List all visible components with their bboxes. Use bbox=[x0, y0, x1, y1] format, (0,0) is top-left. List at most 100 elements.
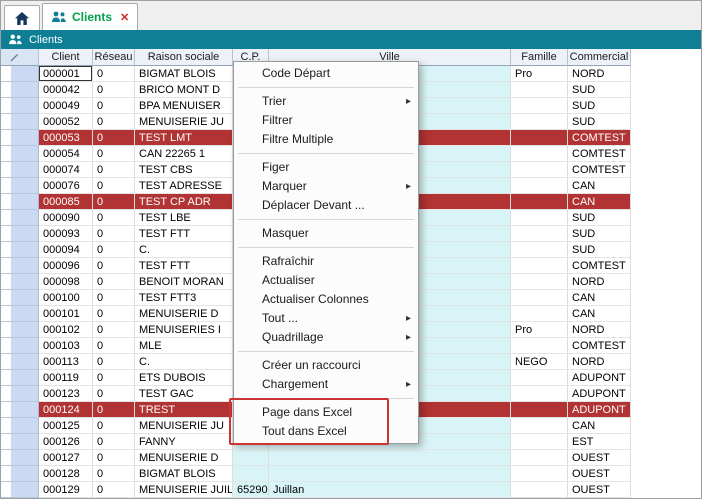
cell-reseau[interactable]: 0 bbox=[93, 386, 135, 402]
cell-commercial[interactable]: NORD bbox=[568, 354, 631, 370]
cell-famille[interactable]: Pro bbox=[511, 322, 568, 338]
cell-commercial[interactable]: COMTEST bbox=[568, 162, 631, 178]
menu-item-rafra-chir[interactable]: Rafraîchir bbox=[234, 252, 418, 271]
cell-famille[interactable] bbox=[511, 450, 568, 466]
cell-raison[interactable]: MENUISERIE D bbox=[135, 306, 233, 322]
cell-commercial[interactable]: CAN bbox=[568, 178, 631, 194]
cell-raison[interactable]: MLE bbox=[135, 338, 233, 354]
cell-reseau[interactable]: 0 bbox=[93, 146, 135, 162]
cell-commercial[interactable]: OUEST bbox=[568, 482, 631, 498]
cell-famille[interactable] bbox=[511, 386, 568, 402]
cell-commercial[interactable]: CAN bbox=[568, 290, 631, 306]
row-selector[interactable] bbox=[1, 66, 39, 82]
cell-raison[interactable]: BIGMAT BLOIS bbox=[135, 66, 233, 82]
cell-reseau[interactable]: 0 bbox=[93, 402, 135, 418]
cell-client[interactable]: 000128 bbox=[39, 466, 93, 482]
row-selector[interactable] bbox=[1, 210, 39, 226]
cell-reseau[interactable]: 0 bbox=[93, 210, 135, 226]
cell-client[interactable]: 000052 bbox=[39, 114, 93, 130]
cell-client[interactable]: 000001 bbox=[39, 66, 93, 82]
row-selector[interactable] bbox=[1, 194, 39, 210]
cell-famille[interactable] bbox=[511, 226, 568, 242]
cell-reseau[interactable]: 0 bbox=[93, 338, 135, 354]
cell-reseau[interactable]: 0 bbox=[93, 418, 135, 434]
row-selector[interactable] bbox=[1, 98, 39, 114]
cell-raison[interactable]: MENUISERIE JU bbox=[135, 418, 233, 434]
cell-reseau[interactable]: 0 bbox=[93, 66, 135, 82]
cell-client[interactable]: 000124 bbox=[39, 402, 93, 418]
menu-item-actualiser-colonnes[interactable]: Actualiser Colonnes bbox=[234, 290, 418, 309]
cell-commercial[interactable]: CAN bbox=[568, 418, 631, 434]
cell-client[interactable]: 000042 bbox=[39, 82, 93, 98]
cell-famille[interactable] bbox=[511, 370, 568, 386]
cell-reseau[interactable]: 0 bbox=[93, 290, 135, 306]
cell-commercial[interactable]: EST bbox=[568, 434, 631, 450]
cell-client[interactable]: 000103 bbox=[39, 338, 93, 354]
cell-raison[interactable]: C. bbox=[135, 242, 233, 258]
cell-famille[interactable] bbox=[511, 338, 568, 354]
cell-commercial[interactable]: CAN bbox=[568, 306, 631, 322]
cell-famille[interactable] bbox=[511, 98, 568, 114]
cell-client[interactable]: 000098 bbox=[39, 274, 93, 290]
cell-raison[interactable]: TEST ADRESSE bbox=[135, 178, 233, 194]
cell-cp[interactable] bbox=[233, 466, 269, 482]
cell-commercial[interactable]: SUD bbox=[568, 82, 631, 98]
cell-raison[interactable]: TEST GAC bbox=[135, 386, 233, 402]
row-selector[interactable] bbox=[1, 258, 39, 274]
row-selector[interactable] bbox=[1, 386, 39, 402]
menu-item-code-d-part[interactable]: Code Départ bbox=[234, 64, 418, 83]
cell-famille[interactable]: Pro bbox=[511, 66, 568, 82]
cell-cp[interactable]: 65290 bbox=[233, 482, 269, 498]
cell-client[interactable]: 000074 bbox=[39, 162, 93, 178]
menu-item-tout-dans-excel[interactable]: Tout dans Excel bbox=[234, 422, 418, 441]
cell-client[interactable]: 000085 bbox=[39, 194, 93, 210]
cell-commercial[interactable]: COMTEST bbox=[568, 130, 631, 146]
row-selector[interactable] bbox=[1, 450, 39, 466]
row-selector[interactable] bbox=[1, 354, 39, 370]
row-selector[interactable] bbox=[1, 146, 39, 162]
menu-item-chargement[interactable]: Chargement▸ bbox=[234, 375, 418, 394]
row-selector[interactable] bbox=[1, 242, 39, 258]
cell-famille[interactable] bbox=[511, 162, 568, 178]
cell-raison[interactable]: TEST LBE bbox=[135, 210, 233, 226]
row-selector[interactable] bbox=[1, 226, 39, 242]
row-selector[interactable] bbox=[1, 274, 39, 290]
cell-reseau[interactable]: 0 bbox=[93, 226, 135, 242]
cell-commercial[interactable]: SUD bbox=[568, 226, 631, 242]
cell-client[interactable]: 000049 bbox=[39, 98, 93, 114]
cell-reseau[interactable]: 0 bbox=[93, 354, 135, 370]
cell-famille[interactable] bbox=[511, 482, 568, 498]
menu-item-trier[interactable]: Trier▸ bbox=[234, 92, 418, 111]
cell-reseau[interactable]: 0 bbox=[93, 114, 135, 130]
column-header-commercial[interactable]: Commercial bbox=[568, 49, 631, 66]
cell-famille[interactable] bbox=[511, 402, 568, 418]
row-selector[interactable] bbox=[1, 178, 39, 194]
row-selector[interactable] bbox=[1, 418, 39, 434]
cell-client[interactable]: 000076 bbox=[39, 178, 93, 194]
cell-reseau[interactable]: 0 bbox=[93, 258, 135, 274]
cell-raison[interactable]: MENUISERIE JU bbox=[135, 114, 233, 130]
tab-home[interactable] bbox=[4, 5, 40, 30]
cell-raison[interactable]: TEST FTT bbox=[135, 258, 233, 274]
cell-commercial[interactable]: SUD bbox=[568, 242, 631, 258]
cell-famille[interactable] bbox=[511, 178, 568, 194]
cell-reseau[interactable]: 0 bbox=[93, 466, 135, 482]
column-header-client[interactable]: Client bbox=[39, 49, 93, 66]
cell-famille[interactable] bbox=[511, 466, 568, 482]
cell-raison[interactable]: MENUISERIES I bbox=[135, 322, 233, 338]
row-selector[interactable] bbox=[1, 402, 39, 418]
cell-client[interactable]: 000113 bbox=[39, 354, 93, 370]
row-selector[interactable] bbox=[1, 466, 39, 482]
cell-raison[interactable]: ETS DUBOIS bbox=[135, 370, 233, 386]
cell-reseau[interactable]: 0 bbox=[93, 322, 135, 338]
row-selector[interactable] bbox=[1, 162, 39, 178]
cell-reseau[interactable]: 0 bbox=[93, 274, 135, 290]
row-selector[interactable] bbox=[1, 306, 39, 322]
cell-reseau[interactable]: 0 bbox=[93, 306, 135, 322]
cell-commercial[interactable]: NORD bbox=[568, 322, 631, 338]
column-header-raison[interactable]: Raison sociale bbox=[135, 49, 233, 66]
cell-raison[interactable]: BPA MENUISER bbox=[135, 98, 233, 114]
cell-reseau[interactable]: 0 bbox=[93, 450, 135, 466]
cell-raison[interactable]: TEST FTT bbox=[135, 226, 233, 242]
cell-commercial[interactable]: COMTEST bbox=[568, 146, 631, 162]
